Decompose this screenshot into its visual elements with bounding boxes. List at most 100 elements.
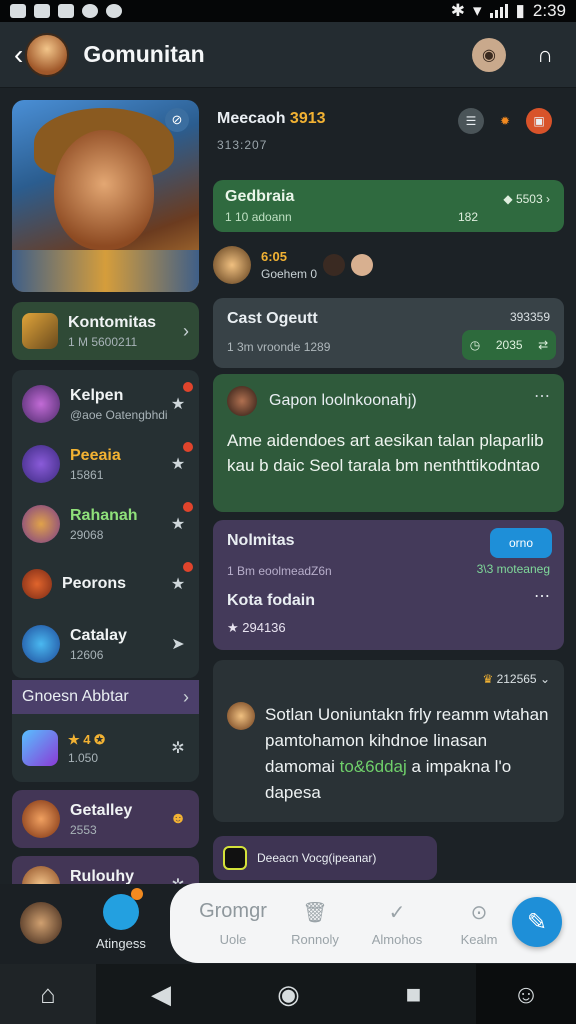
share-icon: ⇄	[538, 338, 549, 352]
notif-action-button[interactable]: orno	[490, 528, 552, 558]
star-icon[interactable]: ★	[167, 454, 189, 474]
card-title: Getalley	[70, 801, 133, 819]
bubble-num: 182	[457, 210, 478, 224]
card-sub: 2553	[70, 822, 97, 837]
bubble-sub: 1 10 adoann	[225, 210, 292, 224]
post-highlight[interactable]: to&6ddaj	[340, 757, 407, 776]
channel-title-text: Meecaoh	[217, 110, 286, 127]
compose-button[interactable]: ✎	[512, 897, 562, 947]
unread-dot	[183, 562, 193, 572]
message-body: Ame aidendoes art aesikan talan plaparli…	[227, 431, 544, 475]
account-icon[interactable]: ☺	[476, 964, 576, 1024]
channel-list: Kelpen @aoe Oatengbhdiclu OC ★ Peeaia 15…	[12, 370, 199, 678]
back-arrow-icon[interactable]: ‹	[14, 39, 23, 71]
reaction-label-text: Goehem 0	[261, 267, 318, 281]
channel-sub: 313:207	[217, 138, 268, 152]
list-item-title: Peorons	[62, 575, 127, 592]
sheet-label: Kealm	[460, 931, 498, 947]
tab-settings[interactable]: Atingess	[96, 888, 146, 951]
reaction-label: Goehem 0	[261, 267, 317, 281]
list-item[interactable]: Catalay 12606 ➤	[12, 614, 199, 674]
notif-meta: 3\3 moteaneg	[476, 562, 550, 576]
edit-icon[interactable]: ⊘	[165, 108, 189, 132]
list-item-title: Rahanah	[70, 506, 138, 524]
hero-banner[interactable]: ⊘	[12, 100, 199, 292]
section-header[interactable]: Gnoesn Abbtar ›	[12, 680, 199, 714]
unread-dot	[183, 382, 193, 392]
home-icon[interactable]: ⌂	[0, 964, 96, 1024]
profile-avatar[interactable]	[25, 32, 70, 77]
announcement-bubble[interactable]: Gedbraia 1 10 adoann ◆ 5503 › 182	[213, 180, 564, 232]
chevron-right-icon: ›	[183, 320, 189, 341]
event-pill[interactable]: ◷ 2035 ⇄	[462, 330, 556, 360]
more-icon[interactable]: ⋯	[534, 586, 550, 606]
list-item-sub: 12606	[70, 647, 104, 662]
emoji-icon[interactable]: ☻	[167, 810, 189, 828]
check-icon: ✓	[388, 901, 406, 924]
star-icon[interactable]: ★	[167, 394, 189, 414]
back-icon[interactable]: ◀	[96, 964, 226, 1024]
featured-title: Kontomitas	[68, 313, 156, 331]
messenger-icon	[82, 4, 98, 18]
list-item[interactable]: Kelpen @aoe Oatengbhdiclu OC ★	[12, 374, 199, 434]
camera-button[interactable]: ◉	[472, 37, 506, 72]
section-content: ★ 4 ✪ 1.050 ✲	[12, 714, 199, 782]
avatar	[20, 901, 62, 944]
message-author: Gapon loolnkoonahj)	[269, 392, 417, 409]
hero-face	[54, 130, 154, 250]
event-title: Cast Ogeutt	[227, 310, 318, 327]
avatar	[22, 569, 52, 599]
sheet-item[interactable]: ✓ Almohos	[356, 900, 438, 947]
sheet-item[interactable]: Gromgr Uole	[192, 900, 274, 947]
headset-icon[interactable]: ∩	[528, 38, 562, 72]
list-item-title: Kelpen	[70, 386, 124, 404]
featured-community[interactable]: Kontomitas 1 M 5600211 ›	[12, 302, 199, 360]
ring-icon	[106, 4, 122, 18]
tooltip-text: Deeacn Vocg(ipeanar)	[257, 851, 377, 865]
sheet-item[interactable]: ⊙ Kealm	[438, 900, 520, 947]
reaction-row[interactable]: 6:05 Goehem 0	[213, 232, 564, 298]
card-title: Rulouhy	[70, 867, 134, 885]
gear-icon[interactable]: ✲	[167, 738, 189, 758]
post-meta: ♛ 212565 ⌄	[482, 672, 550, 686]
list-item-sub: 15861	[70, 467, 104, 482]
message-card[interactable]: Gapon loolnkoonahj) ⋯ Ame aidendoes art …	[213, 374, 564, 512]
bluetooth-icon: ✱	[450, 1, 465, 20]
notification-card[interactable]: Nolmitas orno 1 Bm eoolmeadZ6n 3\3 motea…	[213, 520, 564, 650]
list-item[interactable]: Peorons ★	[12, 554, 199, 614]
box-icon[interactable]: ▣	[526, 108, 552, 134]
sheet-label: Uole	[219, 931, 247, 947]
community-card[interactable]: Getalley 2553 ☻	[12, 790, 199, 848]
community-icon	[22, 313, 58, 349]
list-item-sub: 1.050	[68, 750, 99, 765]
sheet-label: Ronnoly	[291, 931, 339, 947]
list-item[interactable]: Peeaia 15861 ★	[12, 434, 199, 494]
recents-icon[interactable]: ■	[351, 964, 476, 1024]
star-icon[interactable]: ★	[167, 514, 189, 534]
unread-dot	[183, 442, 193, 452]
group-icon: Gromgr	[199, 899, 267, 922]
list-item-sub: 29068	[70, 527, 104, 542]
bot-icon	[223, 846, 247, 870]
list-icon[interactable]: ☰	[458, 108, 484, 134]
fire-icon[interactable]: ✹	[492, 108, 518, 134]
notification-icon	[10, 4, 26, 18]
chevron-right-icon: ›	[183, 686, 189, 707]
event-meta: 393359	[509, 310, 550, 324]
send-icon[interactable]: ➤	[167, 634, 189, 654]
unread-dot	[183, 502, 193, 512]
post-card[interactable]: ♛ 212565 ⌄ Sotlan Uoniuntakn frly reamm …	[213, 660, 564, 822]
tab-profile[interactable]	[20, 901, 62, 944]
bottom-sheet: Gromgr Uole 🗑 Ronnoly ✓ Almohos ⊙ Kealm …	[170, 883, 576, 963]
notif-line: Kota fodain	[227, 592, 315, 609]
list-item-sub: @aoe Oatengbhdiclu OC	[70, 407, 167, 422]
home-circle-icon[interactable]: ◉	[226, 964, 351, 1024]
notification-dot	[130, 888, 143, 900]
event-card[interactable]: Cast Ogeutt 1 3m vroonde 1289 393359 ◷ 2…	[213, 298, 564, 368]
tab-label: Atingess	[96, 936, 146, 951]
more-icon[interactable]: ⋯	[534, 386, 550, 406]
sheet-item[interactable]: 🗑 Ronnoly	[274, 900, 356, 947]
list-item[interactable]: ★ 4 ✪ 1.050 ✲	[12, 718, 199, 778]
list-item[interactable]: Rahanah 29068 ★	[12, 494, 199, 554]
star-icon[interactable]: ★	[167, 574, 189, 594]
